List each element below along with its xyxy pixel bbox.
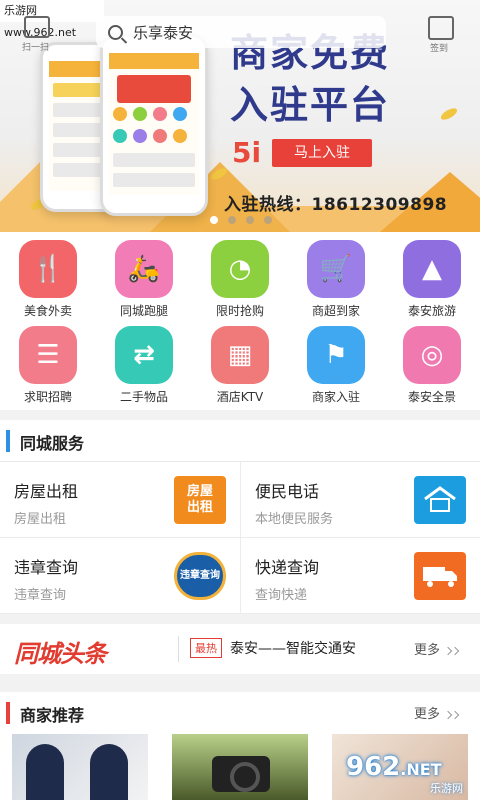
more-label: 更多 (414, 707, 441, 722)
truck-icon (414, 552, 466, 600)
banner-hotline: 入驻热线：18612309898 (224, 195, 448, 215)
phone-mockup (100, 34, 208, 216)
city-services-header: 同城服务 (0, 420, 480, 462)
service-subtitle: 违章查询 (14, 588, 67, 603)
model-image (26, 744, 64, 800)
checkin-icon[interactable] (428, 16, 454, 40)
category-hotel-ktv[interactable]: ▦ 酒店KTV (192, 326, 288, 405)
more-label: 更多 (414, 643, 441, 658)
hot-badge: 最热 (190, 638, 222, 658)
fork-knife-icon: 🍴 (19, 240, 77, 298)
clock-icon: ◔ (211, 240, 269, 298)
merchant-card-fashion[interactable] (12, 734, 148, 800)
document-icon: ☰ (19, 326, 77, 384)
section-marker (6, 702, 10, 724)
site-watermark: 乐游网 www.962.net (0, 0, 104, 39)
house-phone-icon (414, 476, 466, 524)
category-label: 泰安旅游 (407, 304, 456, 318)
landscape-icon: ▲ (403, 240, 461, 298)
service-subtitle: 房屋出租 (14, 512, 67, 527)
divider (178, 636, 179, 662)
category-label: 酒店KTV (216, 390, 264, 404)
category-label: 限时抢购 (215, 304, 264, 318)
category-grid: 🍴 美食外卖 🛵 同城跑腿 ◔ 限时抢购 🛒 商超到家 ▲ 泰安旅游 ☰ 求职招… (0, 232, 480, 410)
service-title: 房屋出租 (14, 482, 79, 501)
merchants-more-link[interactable]: 更多 (414, 703, 460, 722)
carousel-dot[interactable] (228, 216, 236, 224)
search-input[interactable]: 乐享泰安 (133, 22, 193, 43)
local-headlines-bar[interactable]: 同城头条 最热 泰安——智能交通安 更多 (0, 624, 480, 674)
category-label: 商超到家 (311, 304, 360, 318)
camera-image (212, 756, 270, 792)
scooter-icon: 🛵 (115, 240, 173, 298)
site-logo-watermark: 962.NET (346, 752, 442, 782)
carousel-dot[interactable] (246, 216, 254, 224)
house-rental-icon: 房屋 出租 (174, 476, 226, 524)
service-phone-directory[interactable]: 便民电话 本地便民服务 (240, 462, 480, 538)
category-jobs[interactable]: ☰ 求职招聘 (0, 326, 96, 405)
category-label: 美食外卖 (23, 304, 72, 318)
brand-logo: 5i (232, 136, 262, 169)
section-title: 同城服务 (20, 434, 85, 453)
section-marker (6, 430, 10, 452)
section-title: 商家推荐 (20, 706, 85, 725)
category-flash-sale[interactable]: ◔ 限时抢购 (192, 240, 288, 319)
category-food[interactable]: 🍴 美食外卖 (0, 240, 96, 319)
category-supermarket[interactable]: 🛒 商超到家 (288, 240, 384, 319)
service-traffic-violation[interactable]: 违章查询 违章查询 违章查询 (0, 538, 240, 614)
headline-text[interactable]: 泰安——智能交通安 (230, 638, 356, 658)
merchant-recommend-header: 商家推荐 更多 (0, 692, 480, 732)
carousel-indicator[interactable] (210, 216, 282, 224)
category-merchant-join[interactable]: ⚑ 商家入驻 (288, 326, 384, 405)
building-icon: ▦ (211, 326, 269, 384)
service-title: 违章查询 (14, 558, 79, 577)
chevron-right-icon (450, 710, 460, 720)
service-express-tracking[interactable]: 快递查询 查询快递 (240, 538, 480, 614)
join-now-button[interactable]: 马上入驻 (272, 139, 372, 167)
merchant-card-camera[interactable] (172, 734, 308, 800)
traffic-violation-icon: 违章查询 (174, 552, 226, 600)
category-panorama[interactable]: ◎ 泰安全景 (384, 326, 480, 405)
app-screen: 商家免费 入驻平台 5i 马上入驻 入驻热线：18612309898 乐游网 w… (0, 0, 480, 800)
category-secondhand[interactable]: ⇄ 二手物品 (96, 326, 192, 405)
service-subtitle: 查询快递 (255, 588, 308, 603)
category-label: 商家入驻 (311, 390, 360, 404)
cart-icon: 🛒 (307, 240, 365, 298)
service-title: 快递查询 (255, 558, 320, 577)
category-label: 同城跑腿 (119, 304, 168, 318)
service-subtitle: 本地便民服务 (255, 512, 334, 527)
tag-icon: ⚑ (307, 326, 365, 384)
banner-headline-2: 入驻平台 (230, 83, 391, 127)
chevron-right-icon (450, 646, 460, 656)
search-bar[interactable]: 乐享泰安 (96, 16, 386, 48)
category-errand[interactable]: 🛵 同城跑腿 (96, 240, 192, 319)
scan-label: 扫一扫 (22, 43, 50, 53)
headlines-more-link[interactable]: 更多 (414, 639, 460, 658)
site-logo-subtitle: 乐游网 (430, 782, 463, 795)
service-title: 便民电话 (255, 482, 320, 501)
panorama-icon: ◎ (403, 326, 461, 384)
scan-icon[interactable] (24, 16, 50, 38)
category-label: 求职招聘 (23, 390, 72, 404)
carousel-dot[interactable] (210, 216, 218, 224)
service-house-rental[interactable]: 房屋出租 房屋出租 房屋 出租 (0, 462, 240, 538)
headlines-logo: 同城头条 (14, 640, 107, 668)
category-label: 泰安全景 (407, 390, 456, 404)
category-label: 二手物品 (119, 390, 168, 404)
search-icon (108, 24, 123, 40)
exchange-icon: ⇄ (115, 326, 173, 384)
category-travel[interactable]: ▲ 泰安旅游 (384, 240, 480, 319)
carousel-dot[interactable] (264, 216, 272, 224)
model-image (90, 744, 128, 800)
checkin-label: 签到 (430, 44, 449, 54)
